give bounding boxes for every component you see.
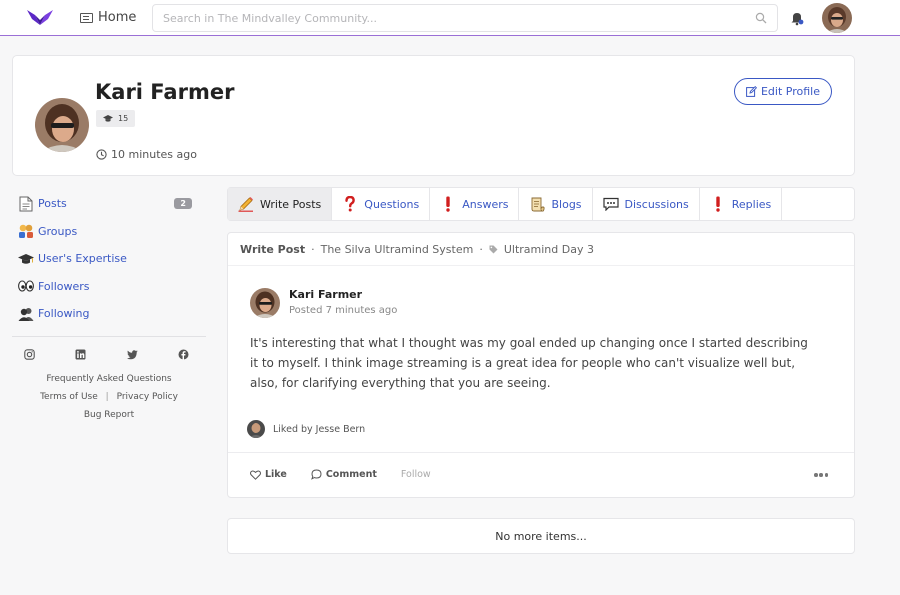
sidebar-item-following[interactable]: Following	[18, 300, 206, 328]
sidebar-item-followers[interactable]: Followers	[18, 273, 206, 301]
liker-avatar	[247, 420, 265, 438]
faq-link[interactable]: Frequently Asked Questions	[12, 370, 206, 388]
post-type: Write Post	[240, 243, 306, 256]
top-bar: Home	[0, 0, 900, 36]
social-links	[24, 349, 189, 360]
author-name[interactable]: Kari Farmer	[289, 288, 362, 301]
post-group-link[interactable]: The Silva Ultramind System	[321, 243, 474, 256]
people-icon	[18, 306, 34, 322]
newspaper-icon	[80, 12, 93, 23]
tab-answers[interactable]: Answers	[430, 188, 520, 220]
like-label: Like	[265, 469, 287, 480]
tab-label: Write Posts	[260, 197, 322, 211]
tab-replies[interactable]: Replies	[700, 188, 783, 220]
twitter-icon[interactable]	[126, 349, 138, 360]
heart-icon	[250, 469, 261, 480]
liked-by-row[interactable]: Liked by Jesse Bern	[247, 420, 365, 438]
sidebar-item-label: Posts	[38, 197, 67, 211]
meta-separator: ·	[311, 243, 315, 256]
notification-bell-icon[interactable]	[790, 10, 804, 26]
tab-label: Questions	[364, 197, 420, 211]
sidebar-item-label: Groups	[38, 224, 78, 238]
terms-link[interactable]: Terms of Use	[40, 392, 98, 402]
mindvalley-logo-icon[interactable]	[26, 9, 54, 27]
post-header-divider	[228, 265, 854, 266]
level-value: 15	[118, 114, 129, 123]
feed-end-message: No more items...	[227, 518, 855, 554]
sidebar-item-label: Following	[38, 307, 90, 321]
tab-label: Blogs	[551, 197, 582, 211]
tab-write-posts[interactable]: Write Posts	[228, 188, 333, 220]
edit-profile-button[interactable]: Edit Profile	[734, 78, 832, 105]
pencil-icon	[238, 196, 254, 212]
sidebar-item-posts[interactable]: Posts 2	[18, 190, 206, 218]
instagram-icon[interactable]	[24, 349, 35, 360]
post-breadcrumb: Write Post · The Silva Ultramind System …	[240, 243, 594, 256]
follow-label: Follow	[400, 469, 431, 480]
search-bar[interactable]	[152, 4, 778, 32]
groups-icon	[18, 223, 34, 239]
author-avatar[interactable]	[250, 288, 280, 318]
tab-questions[interactable]: Questions	[332, 188, 431, 220]
sidebar-item-groups[interactable]: Groups	[18, 218, 206, 246]
search-input[interactable]	[153, 5, 743, 31]
post-topic-link[interactable]: Ultramind Day 3	[504, 243, 594, 256]
home-label: Home	[98, 10, 137, 25]
linkedin-icon[interactable]	[75, 349, 86, 360]
post-body: It's interesting that what I thought was…	[250, 336, 808, 390]
edit-icon	[746, 86, 757, 97]
post-card: Write Post · The Silva Ultramind System …	[227, 232, 855, 498]
tab-discussions[interactable]: Discussions	[593, 188, 700, 220]
clock-icon	[96, 149, 107, 160]
link-separator: |	[105, 392, 109, 402]
meta-separator: ·	[479, 243, 483, 256]
sidebar-item-label: User's Expertise	[38, 252, 127, 266]
profile-avatar	[35, 98, 89, 152]
tab-label: Replies	[731, 197, 772, 211]
scroll-icon	[529, 196, 546, 212]
question-mark-icon	[342, 196, 358, 212]
posts-count-badge: 2	[174, 198, 192, 210]
follow-button[interactable]: Follow	[401, 469, 431, 480]
last-active: 10 minutes ago	[96, 148, 197, 161]
speech-bubble-icon	[602, 196, 619, 212]
level-badge: 15	[96, 110, 136, 127]
graduation-cap-icon	[18, 251, 34, 267]
post-actions-divider	[228, 452, 854, 453]
privacy-link[interactable]: Privacy Policy	[117, 392, 178, 402]
tab-label: Discussions	[624, 197, 689, 211]
eyes-icon	[18, 278, 34, 294]
home-link[interactable]: Home	[80, 10, 136, 25]
liked-by-text: Liked by Jesse Bern	[273, 423, 366, 435]
like-button[interactable]: Like	[250, 469, 287, 480]
bug-report-link[interactable]: Bug Report	[12, 406, 206, 424]
facebook-icon[interactable]	[178, 349, 189, 360]
content-tabs: Write Posts Questions Answers Blogs Disc…	[227, 187, 855, 221]
tab-label: Answers	[462, 197, 509, 211]
post-timestamp: Posted 7 minutes ago	[289, 305, 398, 316]
last-active-text: 10 minutes ago	[111, 148, 197, 161]
sidebar-item-expertise[interactable]: User's Expertise	[18, 245, 206, 273]
user-avatar[interactable]	[822, 3, 852, 33]
tab-blogs[interactable]: Blogs	[519, 188, 593, 220]
edit-profile-label: Edit Profile	[760, 85, 820, 98]
profile-header-card: Kari Farmer 15 10 minutes ago Edit Profi…	[12, 55, 855, 176]
post-actions: Like Comment Follow	[250, 469, 431, 480]
sidebar-divider	[12, 336, 206, 337]
comment-icon	[310, 469, 322, 480]
sidebar-footer: Frequently Asked Questions Terms of Use …	[12, 370, 206, 424]
more-options-icon[interactable]	[814, 473, 828, 477]
graduation-cap-icon	[103, 115, 113, 122]
comment-label: Comment	[325, 469, 377, 480]
legal-links: Terms of Use | Privacy Policy	[12, 388, 206, 406]
sidebar-item-label: Followers	[38, 279, 90, 293]
comment-button[interactable]: Comment	[310, 469, 377, 480]
profile-name: Kari Farmer	[95, 80, 235, 104]
search-icon[interactable]	[755, 12, 767, 24]
exclamation-icon	[440, 196, 456, 212]
tag-icon	[489, 245, 498, 254]
exclamation-icon	[710, 196, 726, 212]
profile-sidebar: Posts 2 Groups User's Expertise Follower…	[18, 190, 206, 328]
document-icon	[18, 196, 34, 212]
